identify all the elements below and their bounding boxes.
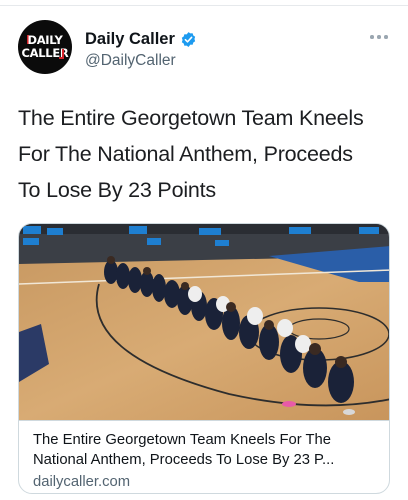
- tweet-text-line: The Entire Georgetown Team Kneels: [18, 106, 364, 130]
- verified-badge-icon: [181, 32, 196, 47]
- avatar[interactable]: DAILY CALLER: [18, 20, 72, 74]
- tweet-header: DAILY CALLER Daily Caller @DailyCaller: [18, 20, 390, 78]
- top-divider: [0, 0, 408, 6]
- tweet-text: The Entire Georgetown Team Kneels For Th…: [18, 100, 390, 208]
- card-meta[interactable]: The Entire Georgetown Team Kneels For Th…: [19, 420, 389, 493]
- user-handle[interactable]: @DailyCaller: [85, 52, 176, 70]
- tweet-text-line: To Lose By 23 Points: [18, 178, 216, 202]
- display-name[interactable]: Daily Caller: [85, 30, 175, 49]
- logo-text-daily: DAILY: [27, 33, 63, 47]
- card-domain: dailycaller.com: [33, 474, 131, 490]
- name-row: Daily Caller: [85, 30, 197, 49]
- card-title-line: National Anthem, Proceeds To Lose By 23 …: [33, 452, 335, 468]
- logo-red-corner: [59, 49, 64, 59]
- card-title: The Entire Georgetown Team Kneels For Th…: [33, 430, 377, 470]
- tweet-text-line: For The National Anthem, Proceeds: [18, 142, 353, 166]
- card-title-line: The Entire Georgetown Team Kneels For Th…: [33, 432, 332, 448]
- basketball-team-kneeling-photo[interactable]: [19, 224, 390, 420]
- more-horizontal-icon[interactable]: [368, 32, 390, 42]
- link-card[interactable]: The Entire Georgetown Team Kneels For Th…: [18, 223, 390, 494]
